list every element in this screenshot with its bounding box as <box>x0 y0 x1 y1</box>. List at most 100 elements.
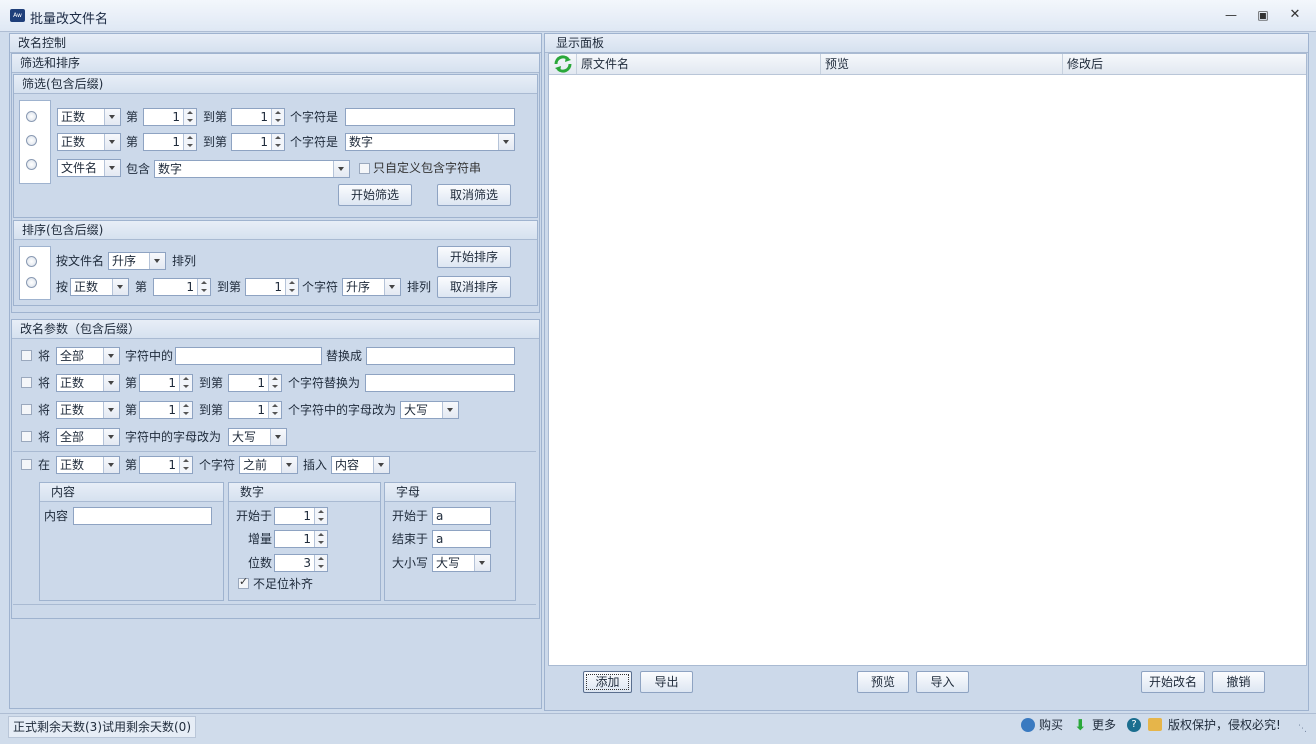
filter-radio-range-type[interactable] <box>26 135 37 146</box>
more-link[interactable]: 更多 <box>1092 715 1116 735</box>
col-modified[interactable]: 修改后 <box>1063 54 1306 74</box>
rename-row1-find-input[interactable] <box>175 347 322 365</box>
maximize-icon[interactable]: ▣ <box>1252 6 1274 24</box>
help-icon[interactable]: ? <box>1127 718 1141 732</box>
filter-row2-from-spin[interactable]: 1 <box>143 133 197 151</box>
chevron-down-icon <box>103 402 119 418</box>
start-rename-button[interactable]: 开始改名 <box>1141 671 1205 693</box>
sort-row2-from-spin[interactable]: 1 <box>153 278 211 296</box>
status-bar: 正式剩余天数(3)试用剩余天数(0) 购买 ⬇ 更多 ? 版权保护，侵权必究! … <box>0 713 1316 744</box>
label-by: 按 <box>56 280 69 294</box>
grid-header: 原文件名 预览 修改后 <box>549 54 1306 75</box>
rename-row5-where-combo[interactable]: 之前 <box>239 456 298 474</box>
download-arrow-icon[interactable]: ⬇ <box>1074 717 1087 733</box>
sort-row2-mode-combo[interactable]: 正数 <box>70 278 129 296</box>
col-original-name[interactable]: 原文件名 <box>577 54 821 74</box>
label-case: 大小写 <box>392 556 429 570</box>
sort-radio-by-range[interactable] <box>26 277 37 288</box>
label-jiang: 将 <box>38 349 51 363</box>
start-filter-button[interactable]: 开始筛选 <box>338 184 412 206</box>
rename-row5-what-combo[interactable]: 内容 <box>331 456 390 474</box>
rename-row4-checkbox[interactable] <box>21 431 32 442</box>
label-letters-to: 个字符中的字母改为 <box>288 403 397 417</box>
pad-zero-label: 不足位补齐 <box>253 577 314 591</box>
filter-row1-value-input[interactable] <box>345 108 515 126</box>
number-increment-spin[interactable]: 1 <box>274 530 328 548</box>
rename-row2-mode-combo[interactable]: 正数 <box>56 374 120 392</box>
start-sort-button[interactable]: 开始排序 <box>437 246 511 268</box>
letter-start-input[interactable]: a <box>432 507 491 525</box>
spin-arrows-icon <box>314 531 327 547</box>
number-digits-spin[interactable]: 3 <box>274 554 328 572</box>
buy-icon[interactable] <box>1021 718 1035 732</box>
refresh-icon[interactable] <box>549 54 577 74</box>
filter-radio-contains[interactable] <box>26 159 37 170</box>
undo-button[interactable]: 撤销 <box>1212 671 1265 693</box>
export-button[interactable]: 导出 <box>640 671 693 693</box>
label-chars-in: 字符中的 <box>125 349 174 363</box>
cancel-filter-button[interactable]: 取消筛选 <box>437 184 511 206</box>
number-start-spin[interactable]: 1 <box>274 507 328 525</box>
letter-case-combo[interactable]: 大写 <box>432 554 491 572</box>
rename-row2-value-input[interactable] <box>365 374 515 392</box>
add-button[interactable]: 添加 <box>583 671 632 693</box>
rename-row5-mode-combo[interactable]: 正数 <box>56 456 120 474</box>
chevron-down-icon <box>104 109 120 125</box>
filter-row1-to-spin[interactable]: 1 <box>231 108 285 126</box>
display-panel-header: 显示面板 <box>545 34 1308 53</box>
filter-row2-mode-combo[interactable]: 正数 <box>57 133 121 151</box>
filter-row3-value-combo[interactable]: 数字 <box>154 160 350 178</box>
filter-row1-mode-combo[interactable]: 正数 <box>57 108 121 126</box>
window-title: 批量改文件名 <box>30 12 109 27</box>
spin-arrows-icon <box>314 555 327 571</box>
sort-row2-order-combo[interactable]: 升序 <box>342 278 401 296</box>
label-char: 个字符 <box>302 280 339 294</box>
spin-arrows-icon <box>314 508 327 524</box>
filter-row3-field-combo[interactable]: 文件名 <box>57 159 121 177</box>
label-replace-chars: 个字符替换为 <box>288 376 361 390</box>
label-di: 第 <box>135 280 148 294</box>
chevron-down-icon <box>103 457 119 473</box>
rename-row1-replace-input[interactable] <box>366 347 515 365</box>
rename-row1-mode-combo[interactable]: 全部 <box>56 347 120 365</box>
filter-radio-range[interactable] <box>26 111 37 122</box>
pad-zero-checkbox[interactable] <box>238 575 249 589</box>
filter-header: 筛选(包含后缀) <box>14 75 537 94</box>
content-input[interactable] <box>73 507 212 525</box>
cancel-sort-button[interactable]: 取消排序 <box>437 276 511 298</box>
label-sort-by-name: 按文件名 <box>56 254 105 268</box>
rename-row4-mode-combo[interactable]: 全部 <box>56 428 120 446</box>
rename-row3-checkbox[interactable] <box>21 404 32 415</box>
rename-row4-case-combo[interactable]: 大写 <box>228 428 287 446</box>
import-button[interactable]: 导入 <box>916 671 969 693</box>
rename-row3-mode-combo[interactable]: 正数 <box>56 401 120 419</box>
rename-row3-to-spin[interactable]: 1 <box>228 401 282 419</box>
buy-link[interactable]: 购买 <box>1039 715 1063 735</box>
filter-row1-from-spin[interactable]: 1 <box>143 108 197 126</box>
preview-button[interactable]: 预览 <box>857 671 909 693</box>
rename-row3-from-spin[interactable]: 1 <box>139 401 193 419</box>
spin-arrows-icon <box>271 134 284 150</box>
rename-row2-checkbox[interactable] <box>21 377 32 388</box>
rename-row2-to-spin[interactable]: 1 <box>228 374 282 392</box>
chevron-down-icon <box>112 279 128 295</box>
rename-row5-pos-spin[interactable]: 1 <box>139 456 193 474</box>
filter-sort-header: 筛选和排序 <box>12 54 539 73</box>
rename-row1-checkbox[interactable] <box>21 350 32 361</box>
content-header: 内容 <box>40 483 223 502</box>
filter-row2-to-spin[interactable]: 1 <box>231 133 285 151</box>
sort-row2-to-spin[interactable]: 1 <box>245 278 299 296</box>
filter-row2-type-combo[interactable]: 数字 <box>345 133 515 151</box>
close-icon[interactable]: ✕ <box>1284 6 1306 24</box>
minimize-icon[interactable]: — <box>1220 6 1242 24</box>
rename-row2-from-spin[interactable]: 1 <box>139 374 193 392</box>
rename-row3-case-combo[interactable]: 大写 <box>400 401 459 419</box>
resize-grip-icon[interactable]: ⋱ <box>1298 724 1307 734</box>
sort-row1-order-combo[interactable]: 升序 <box>108 252 166 270</box>
rename-row5-checkbox[interactable] <box>21 459 32 470</box>
letter-end-input[interactable]: a <box>432 530 491 548</box>
sort-radio-by-name[interactable] <box>26 256 37 267</box>
custom-contains-checkbox[interactable] <box>359 163 370 174</box>
chevron-down-icon <box>103 348 119 364</box>
col-preview[interactable]: 预览 <box>821 54 1063 74</box>
